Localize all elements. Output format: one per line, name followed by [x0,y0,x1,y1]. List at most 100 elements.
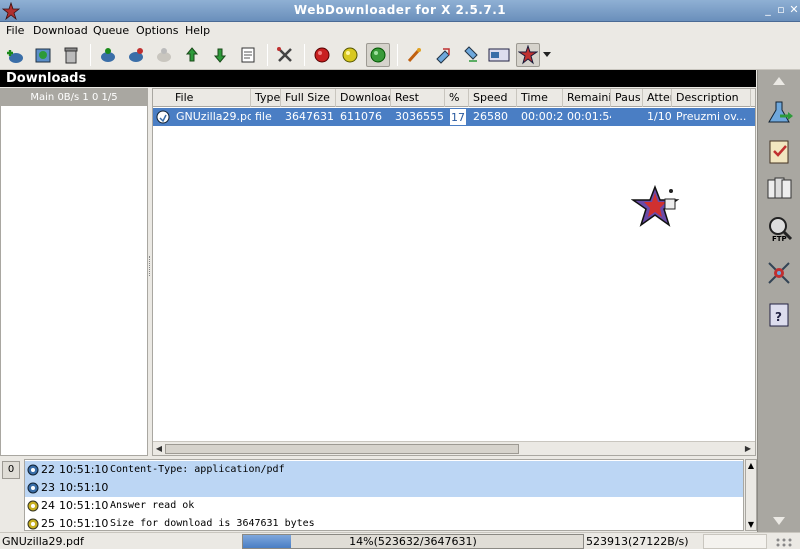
download-progress-bar: 14%(523632/3647631) [242,534,584,549]
column-attempts[interactable]: Atter [643,89,672,107]
svg-text:FTP: FTP [772,235,787,243]
cell-file: GNUzilla29.pdf [176,110,251,123]
download-arrow-button[interactable] [459,43,483,67]
log-message: Content-Type: application/pdf [110,464,285,475]
mascot-button[interactable] [762,256,796,290]
cell-description: Preuzmi ov... [676,110,747,123]
yellow-circle-icon [342,47,358,63]
stop-download-button[interactable] [124,43,148,67]
status-speed: 523913(27122B/s) [586,535,689,548]
log-count-badge[interactable]: 0 [2,461,20,479]
hand-upload-icon [436,48,450,64]
scroll-left-icon[interactable]: ◀ [154,444,164,454]
menu-queue[interactable]: Queue [93,24,129,37]
log-row[interactable]: 24 10:51:10 Answer read ok [25,497,743,515]
speed-meter-button[interactable] [487,43,511,67]
resize-grip-icon[interactable] [775,536,793,548]
move-down-button[interactable] [208,43,232,67]
stop-icon [129,48,143,62]
table-row[interactable]: GNUzilla29.pdf file 3647631 611076 30365… [153,108,755,126]
help-button[interactable]: ? [762,298,796,332]
cell-remaining: 00:01:54 [567,110,611,123]
queue-tree-header[interactable]: Main 0B/s 1 0 1/5 [1,89,147,106]
log-vertical-scrollbar[interactable]: ▲ ▼ [745,459,757,531]
import-button[interactable] [403,43,427,67]
flask-button[interactable] [762,96,796,130]
files-button[interactable] [762,172,796,206]
log-pane: 0 22 10:51:10 Content-Type: application/… [0,458,757,532]
close-icon[interactable]: ✕ [788,4,800,16]
column-url[interactable]: U [751,89,755,107]
scheduler-button[interactable] [762,134,796,168]
arrow-down-icon [213,48,227,63]
column-description[interactable]: Description [672,89,751,107]
menu-options[interactable]: Options [136,24,178,37]
delete-button[interactable] [59,43,83,67]
status-bar: GNUzilla29.pdf 14%(523632/3647631) 52391… [0,532,800,549]
flask-icon [768,101,793,123]
log-row[interactable]: 23 10:51:10 [25,479,743,497]
log-button[interactable] [236,43,260,67]
upload-button[interactable] [431,43,455,67]
move-up-button[interactable] [180,43,204,67]
queue-tree[interactable]: Main 0B/s 1 0 1/5 [0,88,148,456]
cell-downloaded: 611076 [340,110,382,123]
add-download-button[interactable] [3,43,27,67]
options-button[interactable] [273,43,297,67]
log-row[interactable]: 22 10:51:10 Content-Type: application/pd… [25,461,743,479]
ftp-search-button[interactable]: FTP [762,212,796,246]
scroll-up-icon[interactable]: ▲ [746,461,756,471]
scroll-right-icon[interactable]: ▶ [743,444,753,454]
cell-percent: 17 [449,108,467,126]
globe-icon [35,48,51,63]
toolbar-dropdown-button[interactable] [541,43,553,67]
scrollbar-thumb[interactable] [165,444,519,454]
cell-speed: 26580 [473,110,508,123]
speed-medium-button[interactable] [338,43,362,67]
status-file-name: GNUzilla29.pdf [2,535,84,548]
column-pause[interactable]: Paus [611,89,643,107]
column-type[interactable]: Type [251,89,281,107]
log-time: 10:51:10 [59,481,109,494]
log-ok-icon [27,518,39,530]
maximize-icon[interactable]: ▫ [775,4,787,16]
mascot-icon[interactable] [631,183,683,229]
column-file[interactable]: File [171,89,251,107]
column-full-size[interactable]: Full Size [281,89,336,107]
run-icon [101,48,115,62]
window-title: WebDownloader for X 2.5.7.1 [293,3,507,17]
menu-download[interactable]: Download [33,24,88,37]
cell-full-size: 3647631 [285,110,334,123]
log-message: Answer read ok [110,500,195,511]
column-percent[interactable]: % [445,89,469,107]
column-downloaded[interactable]: Downloac [336,89,391,107]
menu-file[interactable]: File [6,24,24,37]
column-remaining[interactable]: Remaini [563,89,611,107]
table-header: File Type Full Size Downloac Rest % Spee… [153,89,755,107]
paste-url-button[interactable] [31,43,55,67]
scroll-down-icon[interactable]: ▼ [746,520,756,530]
log-list[interactable]: 22 10:51:10 Content-Type: application/pd… [24,459,744,531]
run-download-button[interactable] [96,43,120,67]
column-rest[interactable]: Rest [391,89,445,107]
speed-high-button[interactable] [366,43,390,67]
column-speed[interactable]: Speed [469,89,517,107]
red-circle-icon [314,47,330,63]
scroll-up-icon[interactable] [772,76,786,86]
horizontal-scrollbar[interactable]: ◀ ▶ [153,441,755,455]
wand-icon [407,48,421,63]
scroll-down-icon[interactable] [772,516,786,526]
log-row[interactable]: 25 10:51:10 Size for download is 3647631… [25,515,743,533]
pause-download-button[interactable] [152,43,176,67]
log-time: 10:51:10 [59,499,109,512]
speed-low-button[interactable] [310,43,334,67]
title-bar: WebDownloader for X 2.5.7.1 _ ▫ ✕ [0,0,800,22]
cell-pause [611,108,643,126]
tools-icon [277,47,292,62]
column-time[interactable]: Time [517,89,563,107]
mascot-toggle-button[interactable] [516,43,540,67]
downloads-table[interactable]: File Type Full Size Downloac Rest % Spee… [152,88,756,456]
green-circle-icon [370,47,386,63]
minimize-icon[interactable]: _ [762,4,774,16]
menu-help[interactable]: Help [185,24,210,37]
